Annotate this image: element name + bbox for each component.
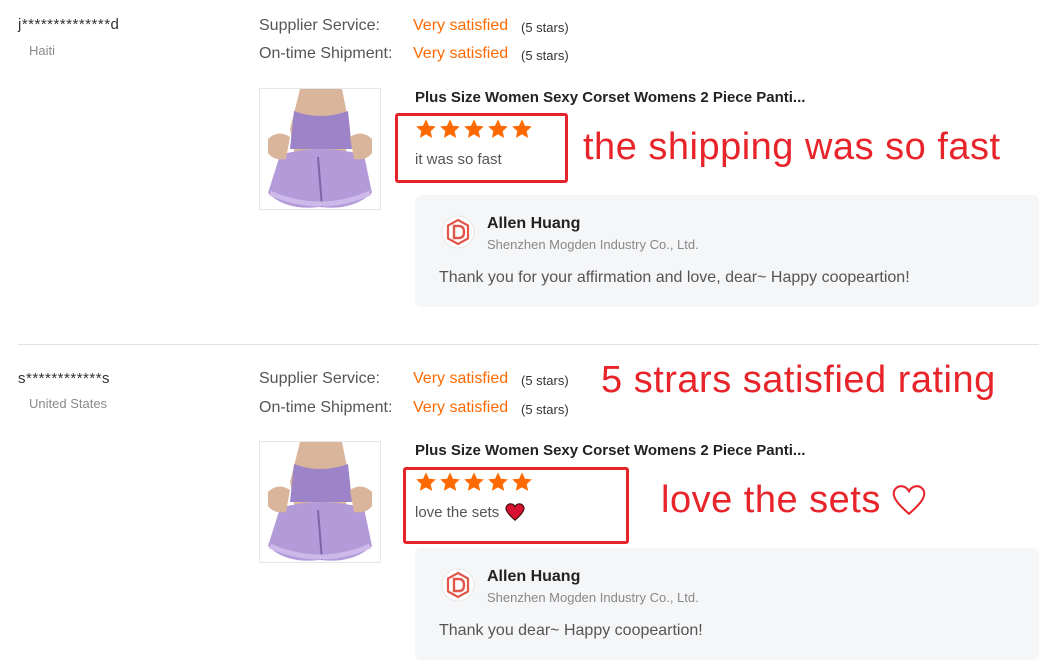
buyer-name: s************s xyxy=(18,370,111,387)
supplier-reply: Allen Huang Shenzhen Mogden Industry Co.… xyxy=(415,548,1039,660)
product-image xyxy=(260,442,380,562)
supplier-service-value: Very satisfied xyxy=(413,370,509,387)
reply-text: Thank you for your affirmation and love,… xyxy=(439,269,910,286)
shipment-label: On-time Shipment: xyxy=(259,45,393,62)
shipment-stars: (5 stars) xyxy=(521,402,569,417)
product-title-link[interactable]: Plus Size Women Sexy Corset Womens 2 Pie… xyxy=(415,89,805,106)
buyer-country: United States xyxy=(29,396,108,411)
supplier-reply: Allen Huang Shenzhen Mogden Industry Co.… xyxy=(415,195,1039,307)
shipment-value: Very satisfied xyxy=(413,45,509,62)
reply-author-name: Allen Huang xyxy=(487,568,581,585)
supplier-service-label: Supplier Service: xyxy=(259,17,380,34)
product-thumbnail[interactable] xyxy=(259,441,381,563)
supplier-service-label: Supplier Service: xyxy=(259,370,380,387)
supplier-service-stars: (5 stars) xyxy=(521,20,569,35)
buyer-name: j**************d xyxy=(18,16,120,33)
highlight-box xyxy=(395,113,568,183)
shipment-stars: (5 stars) xyxy=(521,48,569,63)
product-title-link[interactable]: Plus Size Women Sexy Corset Womens 2 Pie… xyxy=(415,442,805,459)
rating-annotation-text: 5 strars satisfied rating xyxy=(601,359,996,401)
reply-author-name: Allen Huang xyxy=(487,215,581,232)
annotation-text: love the sets xyxy=(661,479,927,522)
highlight-box xyxy=(403,467,629,544)
shipment-value: Very satisfied xyxy=(413,399,509,416)
supplier-service-stars: (5 stars) xyxy=(521,373,569,388)
reply-company-name: Shenzhen Mogden Industry Co., Ltd. xyxy=(487,590,699,605)
annotation-text: the shipping was so fast xyxy=(583,126,1001,168)
review-item: s************s United States Supplier Se… xyxy=(0,345,1039,665)
product-image xyxy=(260,89,380,209)
outline-heart-icon xyxy=(892,485,926,516)
shipment-label: On-time Shipment: xyxy=(259,399,393,416)
annotation-label: love the sets xyxy=(661,479,881,521)
reply-text: Thank you dear~ Happy coopeartion! xyxy=(439,622,703,639)
buyer-country: Haiti xyxy=(29,43,56,58)
product-thumbnail[interactable] xyxy=(259,88,381,210)
review-item: j**************d Haiti Supplier Service:… xyxy=(0,0,1039,340)
company-logo-icon xyxy=(441,568,475,602)
company-logo-icon xyxy=(441,215,475,249)
supplier-service-value: Very satisfied xyxy=(413,17,509,34)
reply-company-name: Shenzhen Mogden Industry Co., Ltd. xyxy=(487,237,699,252)
